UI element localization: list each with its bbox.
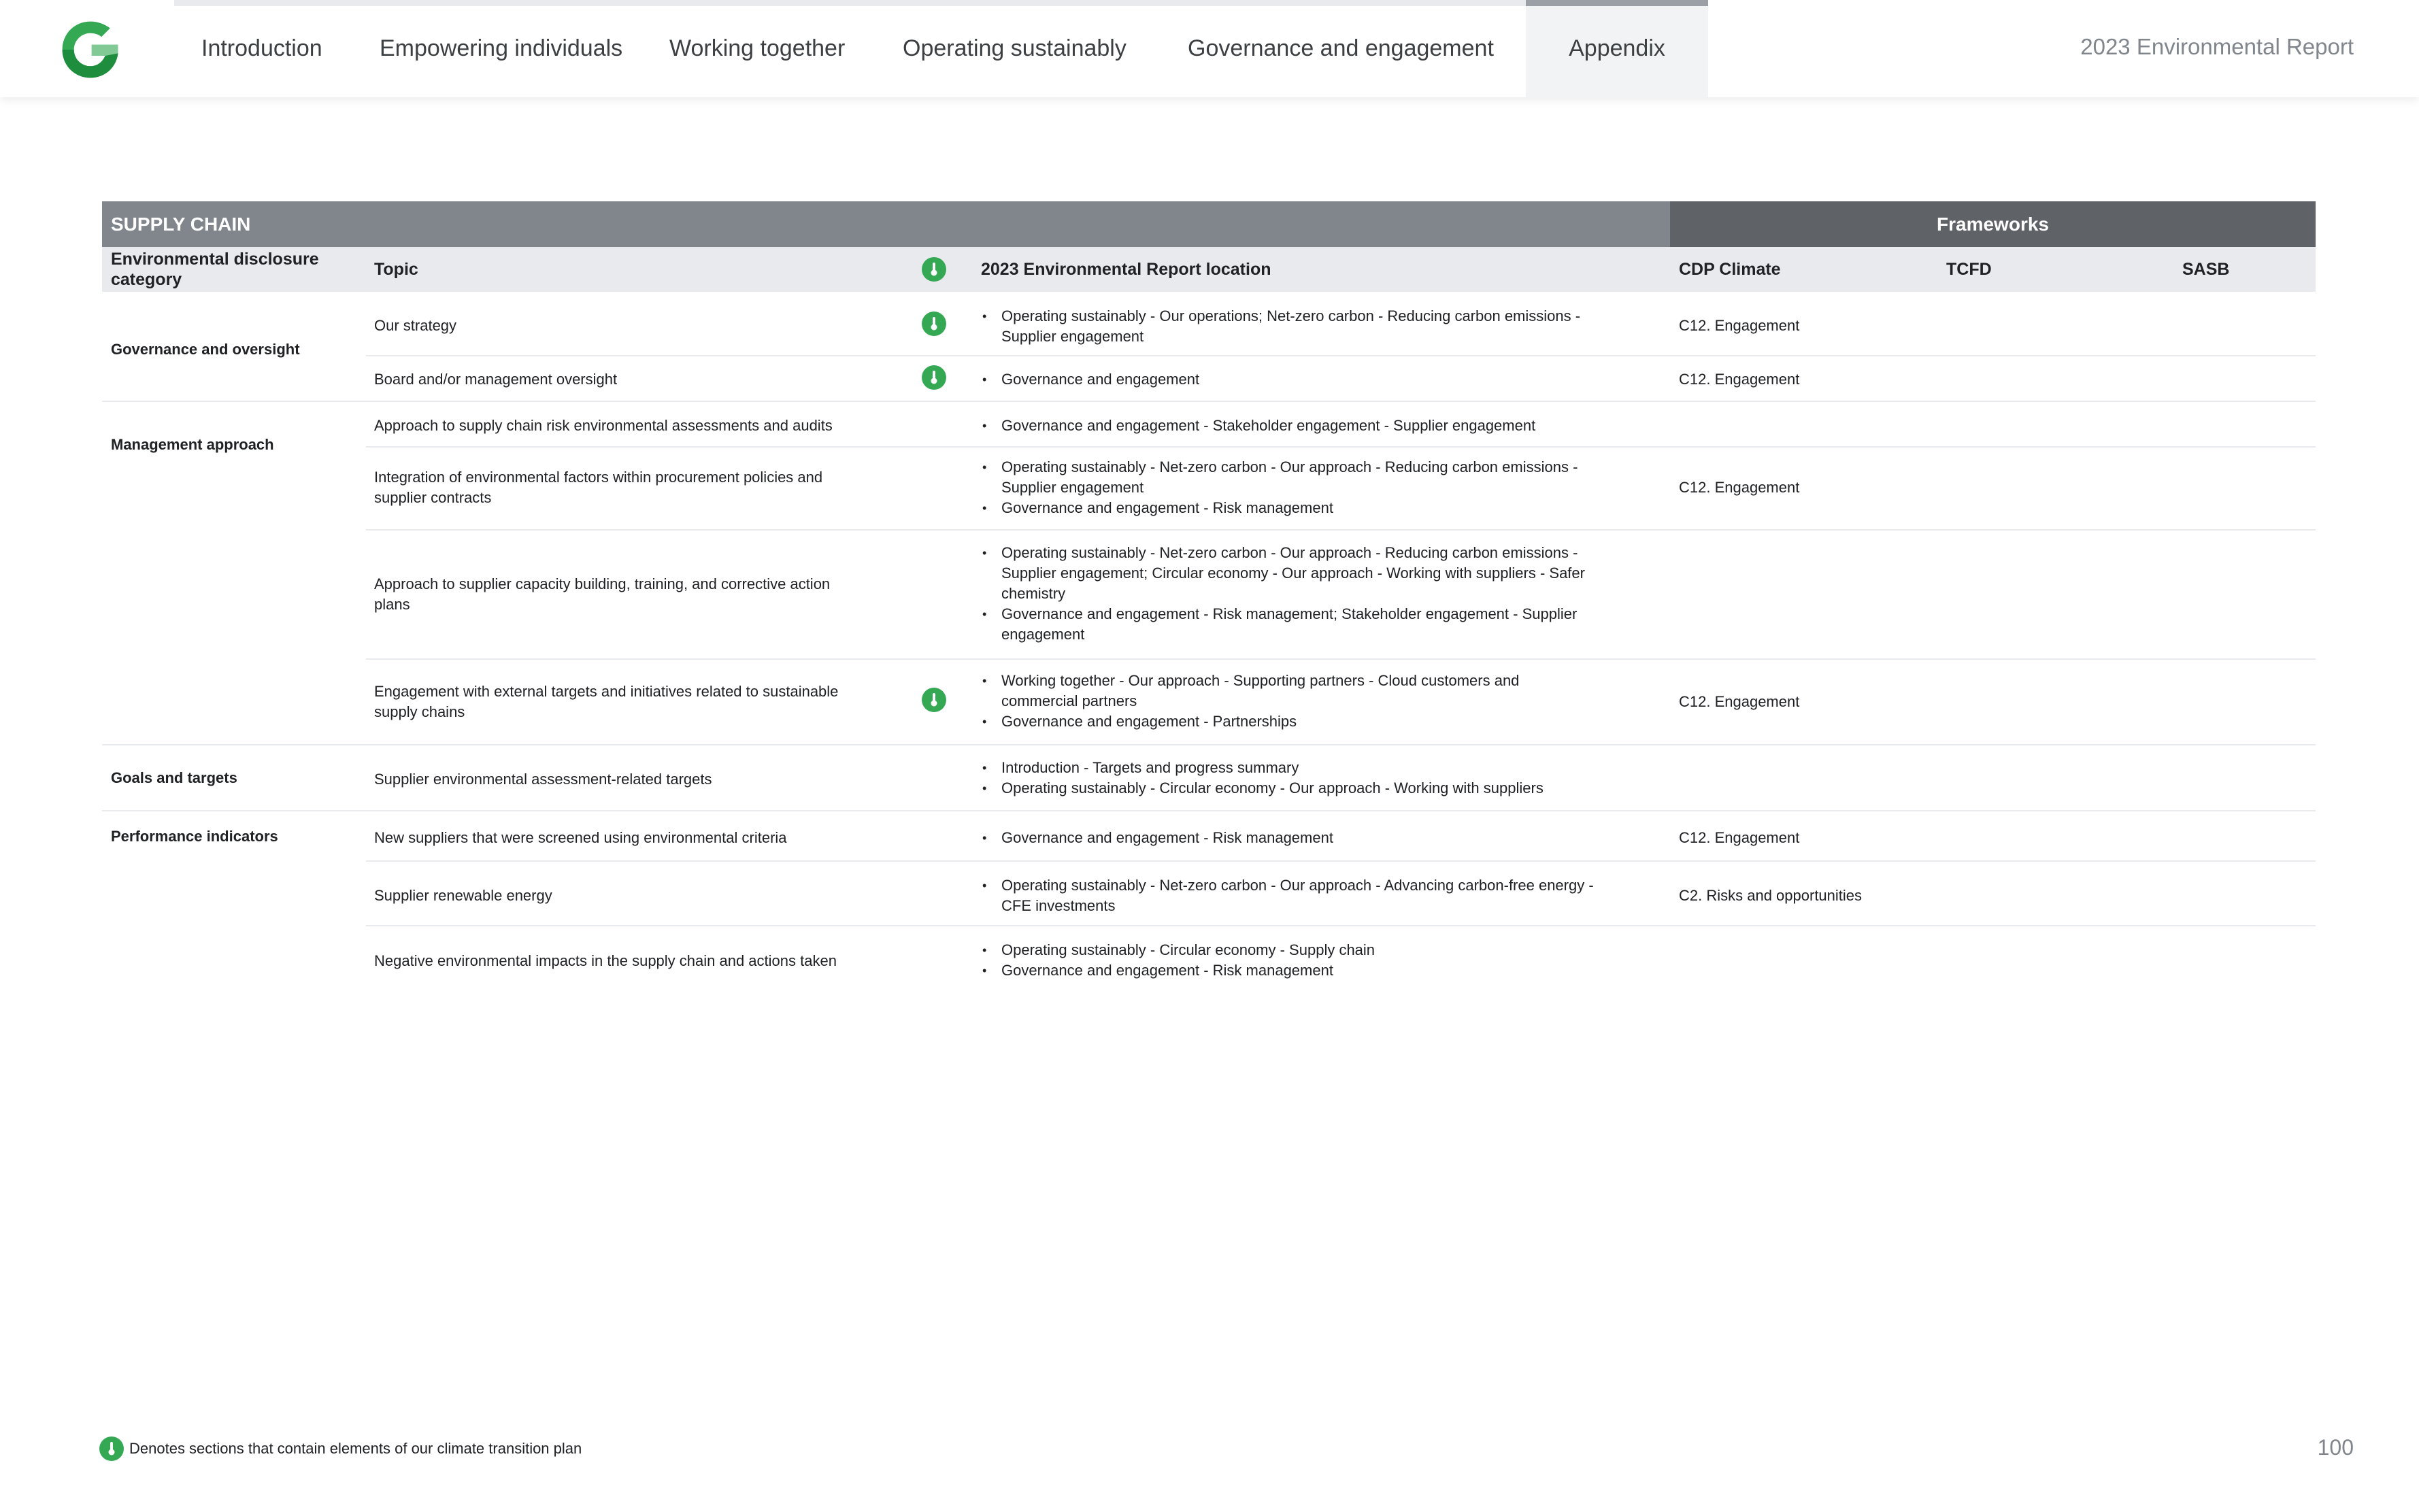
row-divider <box>366 355 2316 356</box>
location-cell: Introduction - Targets and progress summ… <box>981 758 1620 799</box>
row-divider <box>102 744 2316 745</box>
topic-cell: Board and/or management oversight <box>374 371 618 388</box>
thermometer-icon <box>922 365 946 390</box>
thermometer-icon <box>922 312 946 336</box>
column-header-sasb: SASB <box>2182 260 2230 279</box>
location-item: Operating sustainably - Net-zero carbon … <box>981 875 1620 916</box>
report-title: 2023 Environmental Report <box>2080 34 2354 59</box>
row-divider <box>102 401 2316 402</box>
thermometer-icon <box>922 688 946 712</box>
location-cell: Operating sustainably - Our operations; … <box>981 306 1620 347</box>
location-cell: Working together - Our approach - Suppor… <box>981 671 1580 732</box>
location-cell: Governance and engagement - Stakeholder … <box>981 416 1620 436</box>
location-item: Introduction - Targets and progress summ… <box>981 758 1620 778</box>
nav-tab-introduction[interactable]: Introduction <box>201 0 322 97</box>
location-item: Governance and engagement - Risk managem… <box>981 828 1620 848</box>
location-cell: Governance and engagement - Risk managem… <box>981 828 1620 848</box>
topic-cell: Approach to supply chain risk environmen… <box>374 417 833 434</box>
row-divider <box>366 529 2316 531</box>
column-header-topic: Topic <box>374 260 418 279</box>
climate-plan-footnote: Denotes sections that contain elements o… <box>99 1437 582 1461</box>
category-management-approach: Management approach <box>111 436 274 453</box>
nav-tab-working-together[interactable]: Working together <box>669 0 845 97</box>
section-header-bar: SUPPLY CHAIN <box>102 201 1670 247</box>
location-cell: Governance and engagement <box>981 369 1620 390</box>
column-header-tcfd: TCFD <box>1946 260 1992 279</box>
topic-cell: Approach to supplier capacity building, … <box>374 575 831 613</box>
column-header-cdp-climate: CDP Climate <box>1679 260 1781 279</box>
page-number: 100 <box>2317 1435 2354 1460</box>
nav-tab-operating-sustainably[interactable]: Operating sustainably <box>903 0 1127 97</box>
category-goals-and-targets: Goals and targets <box>111 769 237 786</box>
thermometer-icon <box>99 1437 124 1461</box>
category-performance-indicators: Performance indicators <box>111 828 278 845</box>
column-header-category: Environmental disclosure category <box>111 250 319 289</box>
topic-cell: Integration of environmental factors wit… <box>374 469 823 506</box>
location-item: Governance and engagement <box>981 369 1620 390</box>
topic-cell: Negative environmental impacts in the su… <box>374 952 837 969</box>
location-cell: Operating sustainably - Circular economy… <box>981 940 1620 981</box>
column-header-location: 2023 Environmental Report location <box>981 260 1271 279</box>
location-item: Governance and engagement - Risk managem… <box>981 960 1620 981</box>
location-item: Operating sustainably - Circular economy… <box>981 778 1620 799</box>
topic-cell: New suppliers that were screened using e… <box>374 829 787 846</box>
cdp-climate-cell: C12. Engagement <box>1679 371 1800 388</box>
location-item: Operating sustainably - Circular economy… <box>981 940 1620 960</box>
cdp-climate-cell: C2. Risks and opportunities <box>1679 887 1863 904</box>
nav-tab-appendix[interactable]: Appendix <box>1526 0 1708 97</box>
row-divider <box>366 658 2316 660</box>
location-item: Governance and engagement - Stakeholder … <box>981 416 1620 436</box>
location-item: Governance and engagement - Risk managem… <box>981 604 1620 645</box>
google-g-logo[interactable] <box>60 19 121 80</box>
cdp-climate-cell: C12. Engagement <box>1679 317 1800 334</box>
row-divider <box>102 810 2316 811</box>
frameworks-header-bar: Frameworks <box>1670 201 2316 247</box>
nav-tab-empowering-individuals[interactable]: Empowering individuals <box>380 0 622 97</box>
footnote-text: Denotes sections that contain elements o… <box>129 1440 582 1457</box>
thermometer-icon <box>922 257 946 282</box>
column-header-row: Environmental disclosure category Topic … <box>102 247 2316 292</box>
cdp-climate-cell: C12. Engagement <box>1679 693 1800 710</box>
topic-cell: Engagement with external targets and ini… <box>374 683 839 720</box>
location-item: Working together - Our approach - Suppor… <box>981 671 1580 711</box>
cdp-climate-cell: C12. Engagement <box>1679 829 1800 846</box>
location-item: Operating sustainably - Our operations; … <box>981 306 1620 347</box>
location-cell: Operating sustainably - Net-zero carbon … <box>981 543 1620 645</box>
topic-cell: Supplier environmental assessment-relate… <box>374 771 712 788</box>
topic-cell: Supplier renewable energy <box>374 887 552 904</box>
location-cell: Operating sustainably - Net-zero carbon … <box>981 457 1620 518</box>
frameworks-title: Frameworks <box>1937 214 2049 235</box>
location-item: Governance and engagement - Partnerships <box>981 711 1580 732</box>
cdp-climate-cell: C12. Engagement <box>1679 479 1800 496</box>
section-title: SUPPLY CHAIN <box>111 214 251 235</box>
location-item: Operating sustainably - Net-zero carbon … <box>981 543 1620 604</box>
location-cell: Operating sustainably - Net-zero carbon … <box>981 875 1620 916</box>
row-divider <box>366 925 2316 926</box>
location-item: Governance and engagement - Risk managem… <box>981 498 1620 518</box>
category-governance-and-oversight: Governance and oversight <box>111 341 300 358</box>
top-navigation: Introduction Empowering individuals Work… <box>0 0 2419 97</box>
row-divider <box>366 860 2316 862</box>
topic-cell: Our strategy <box>374 317 457 334</box>
location-item: Operating sustainably - Net-zero carbon … <box>981 457 1620 498</box>
row-divider <box>366 446 2316 448</box>
nav-tab-governance-and-engagement[interactable]: Governance and engagement <box>1188 0 1494 97</box>
